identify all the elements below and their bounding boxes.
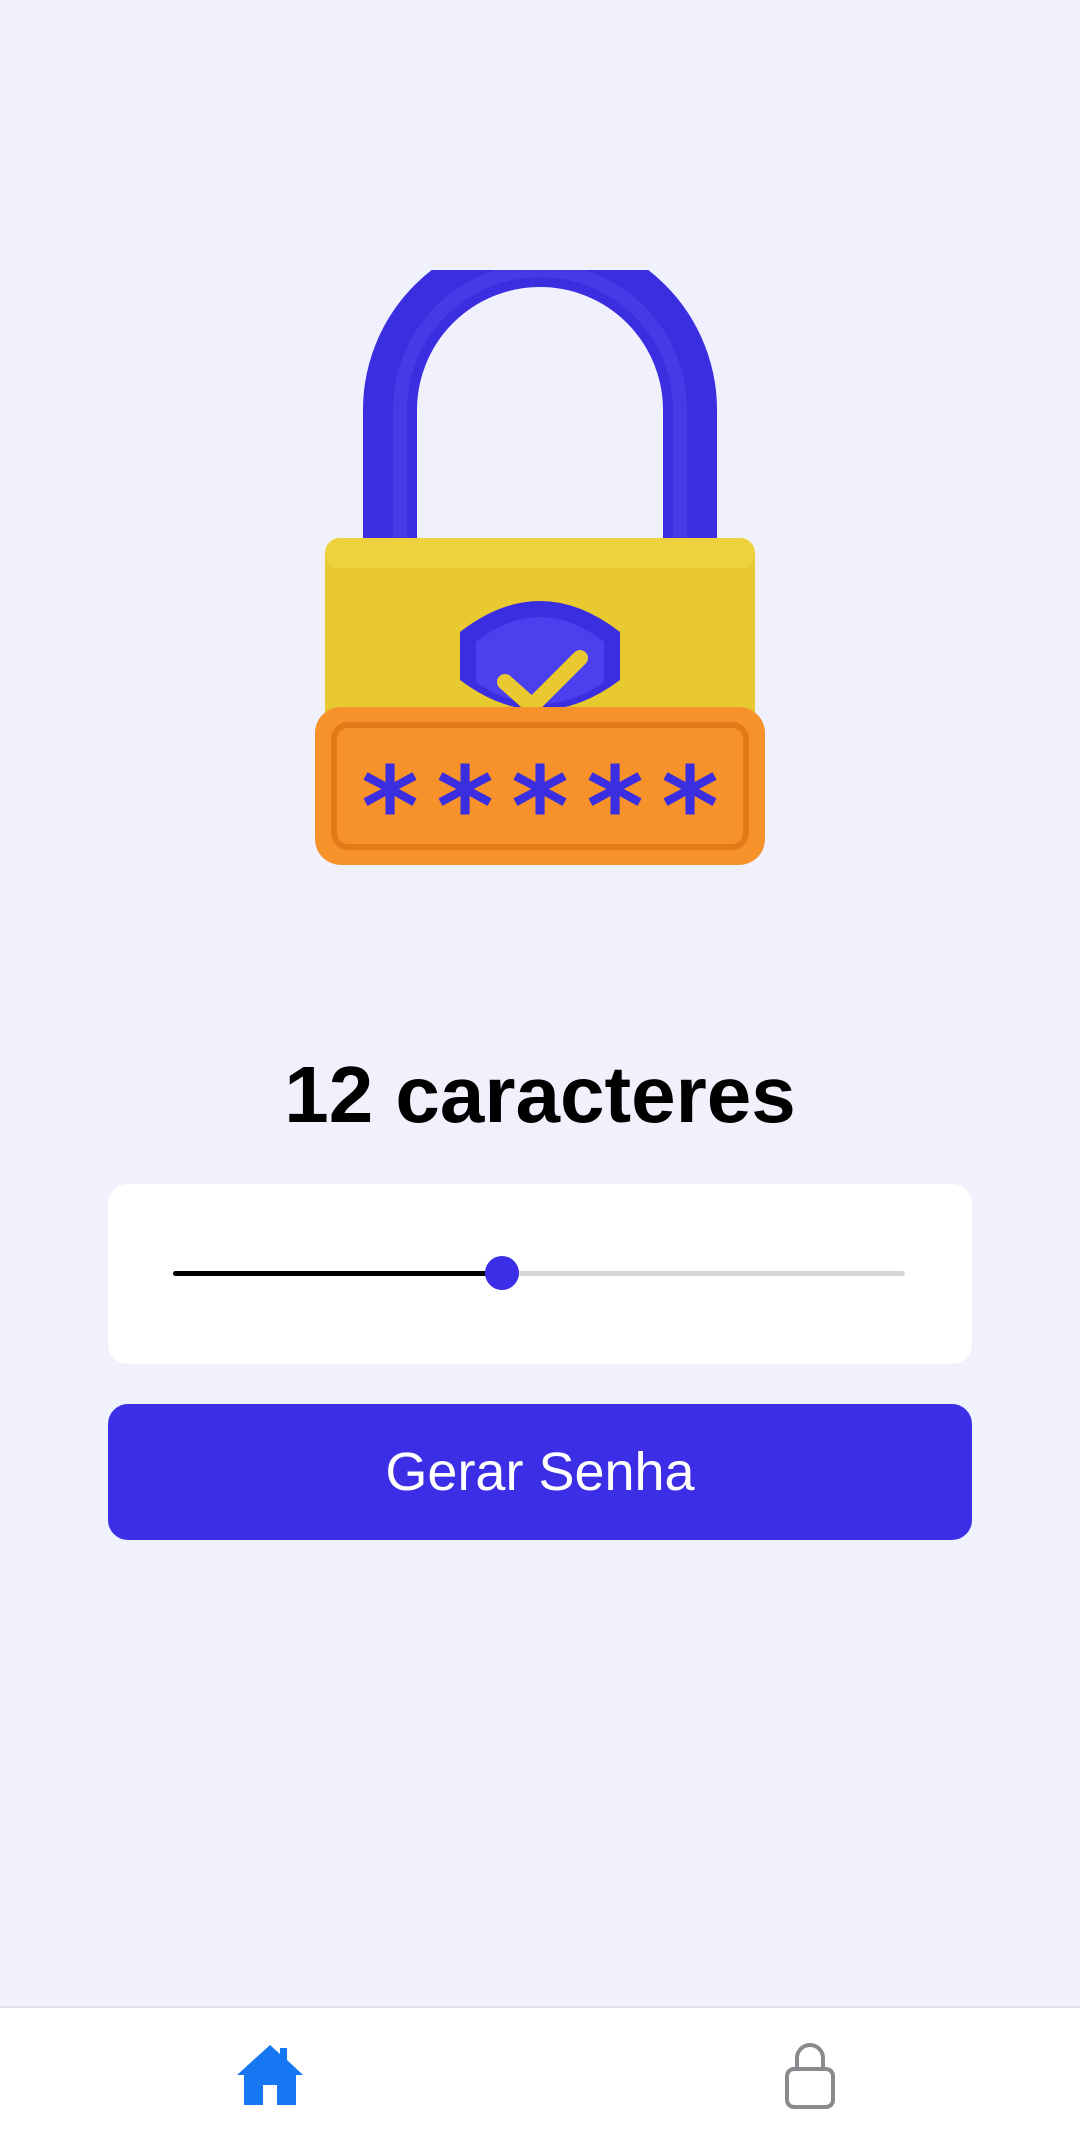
tab-home[interactable] [0, 2008, 540, 2142]
svg-text:*: * [661, 743, 719, 871]
svg-text:*: * [586, 743, 644, 871]
svg-text:*: * [436, 743, 494, 871]
tab-bar [0, 2006, 1080, 2142]
padlock-password-icon: * * * * * [300, 270, 780, 890]
svg-text:*: * [511, 743, 569, 871]
lock-icon [785, 2043, 835, 2109]
slider-fill [173, 1271, 503, 1276]
svg-text:*: * [361, 743, 419, 871]
generate-password-button[interactable]: Gerar Senha [108, 1404, 972, 1540]
slider-thumb[interactable] [485, 1256, 520, 1290]
password-length-title: 12 caracteres [284, 1050, 796, 1139]
home-icon [237, 2045, 303, 2105]
tab-passwords[interactable] [540, 2008, 1080, 2142]
length-slider-card [108, 1184, 972, 1364]
length-slider[interactable] [173, 1256, 905, 1290]
